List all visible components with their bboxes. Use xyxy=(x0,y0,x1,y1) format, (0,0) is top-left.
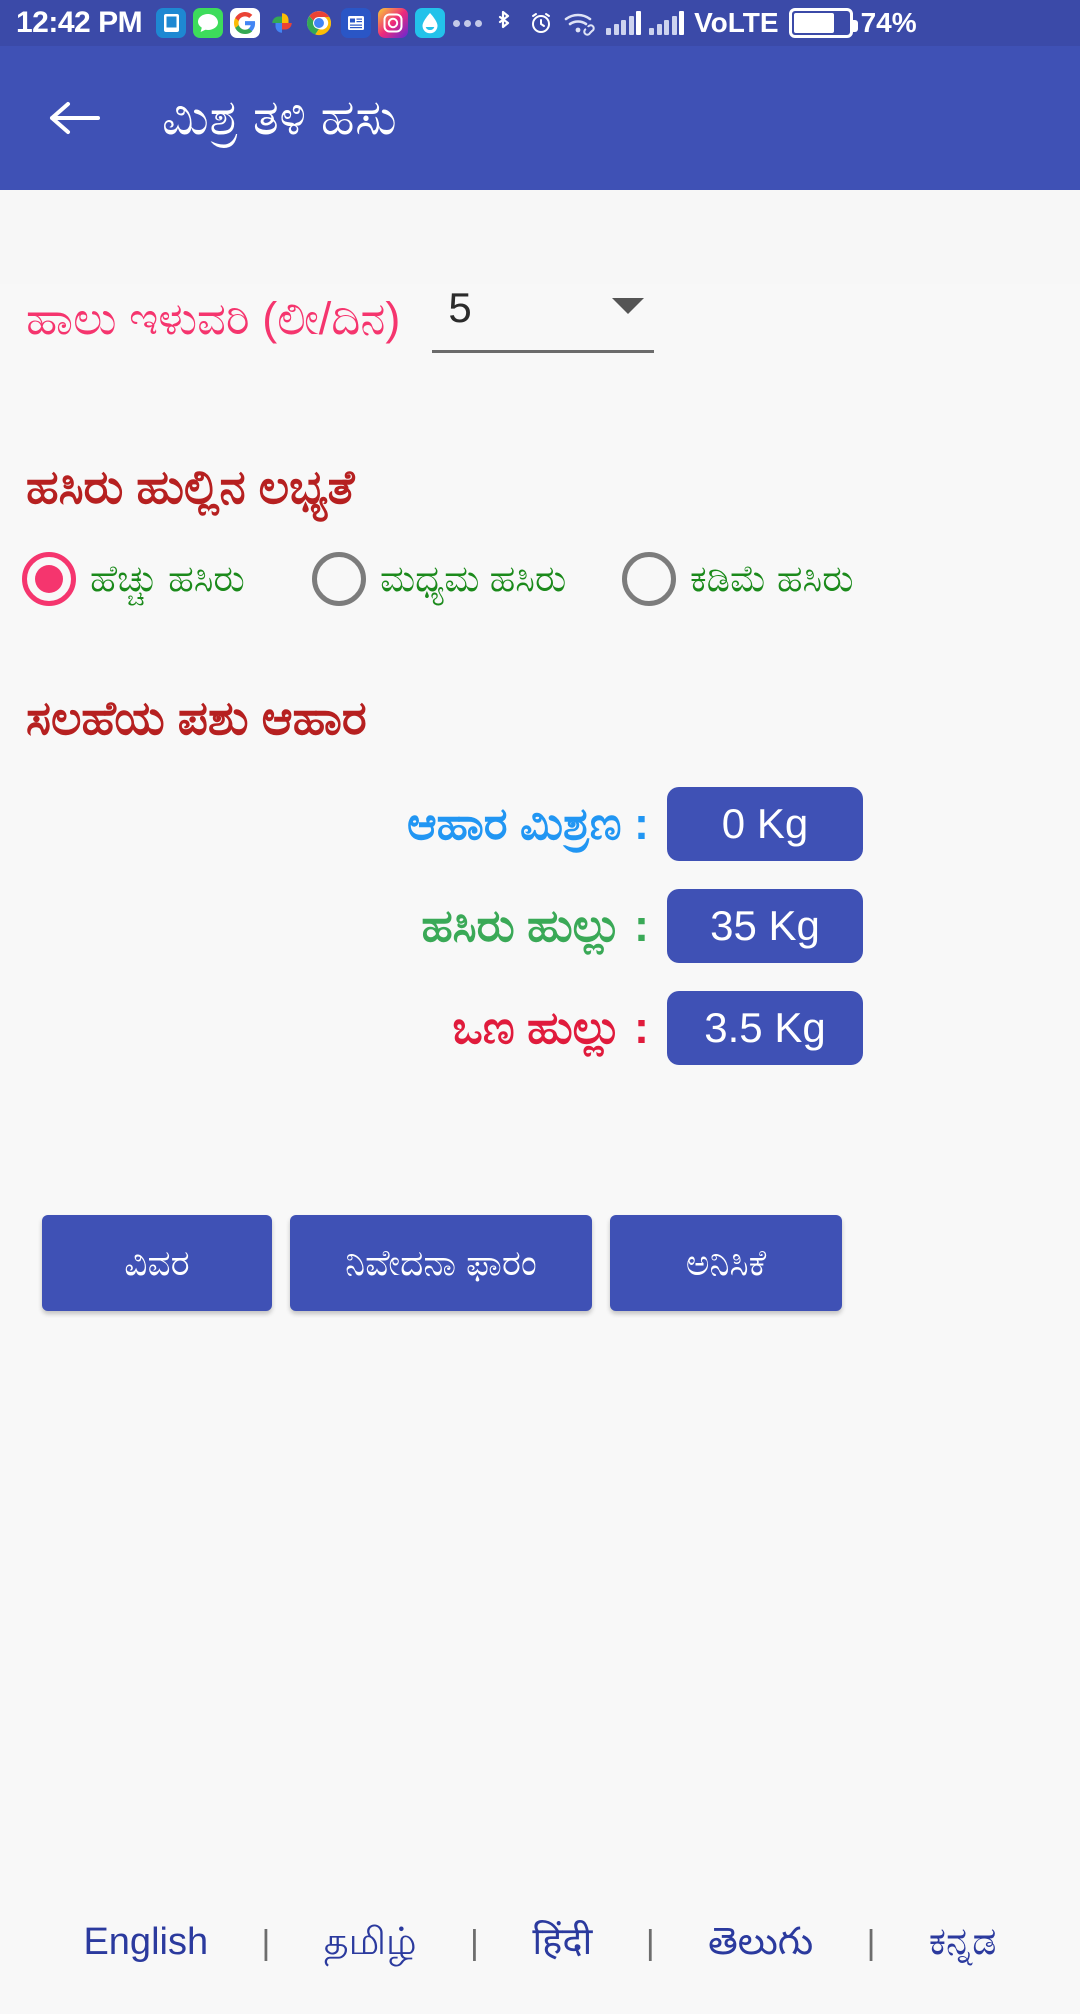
milk-yield-row: ಹಾಲು ಇಳುವರಿ (ಲೀ/ದಿನ) 5 xyxy=(0,284,1080,353)
radio-indicator xyxy=(22,552,76,606)
chat-icon xyxy=(193,8,224,38)
feed-row: ಒಣ ಹುಲ್ಲು : 3.5 Kg xyxy=(0,991,1080,1065)
feed-row: ಆಹಾರ ಮಿಶ್ರಣ : 0 Kg xyxy=(0,787,1080,861)
grass-availability-radio-group: ಹೆಚ್ಚು ಹಸಿರು ಮಧ್ಯಮ ಹಸಿರು ಕಡಿಮೆ ಹಸಿರು xyxy=(0,552,1080,606)
milk-yield-label: ಹಾಲು ಇಳುವರಿ (ಲೀ/ದಿನ) xyxy=(26,293,401,344)
signal-1-icon xyxy=(606,11,642,35)
wifi-icon xyxy=(563,8,599,38)
radio-indicator xyxy=(312,552,366,606)
feed-row-value: 3.5 Kg xyxy=(667,991,863,1065)
more-dots-icon xyxy=(452,8,482,38)
action-button-row: ವಿವರ ನಿವೇದನಾ ಫಾರಂ ಅನಿಸಿಕೆ xyxy=(0,1215,1080,1311)
signal-2-icon xyxy=(649,11,685,35)
radio-indicator xyxy=(622,552,676,606)
feed-row: ಹಸಿರು ಹುಲ್ಲು : 35 Kg xyxy=(0,889,1080,963)
recommended-feed-heading: ಸಲಹೆಯ ಪಶು ಆಹಾರ xyxy=(26,691,367,744)
radio-option-label: ಮಧ್ಯಮ ಹಸಿರು xyxy=(380,558,567,600)
main-content: ಹಾಲು ಇಳುವರಿ (ಲೀ/ದಿನ) 5 ಹಸಿರು ಹುಲ್ಲಿನ ಲಭ್… xyxy=(0,284,1080,2014)
details-button[interactable]: ವಿವರ xyxy=(42,1215,272,1311)
recommended-feed-list: ಆಹಾರ ಮಿಶ್ರಣ : 0 Kg ಹಸಿರು ಹುಲ್ಲು : 35 Kg … xyxy=(0,787,1080,1065)
language-separator: | xyxy=(866,1923,876,1962)
radio-option-high-green[interactable]: ಹೆಚ್ಚು ಹಸಿರು xyxy=(22,552,312,606)
language-option-tamil[interactable]: தமிழ் xyxy=(324,1920,417,1966)
language-separator: | xyxy=(470,1923,479,1962)
alarm-icon xyxy=(526,8,556,38)
feed-row-value: 0 Kg xyxy=(667,787,863,861)
feed-row-label: ಹಸಿರು ಹುಲ್ಲು : xyxy=(421,900,649,952)
news-icon xyxy=(341,8,372,38)
application-form-button[interactable]: ನಿವೇದನಾ ಫಾರಂ xyxy=(290,1215,592,1311)
radio-option-label: ಹೆಚ್ಚು ಹಸಿರು xyxy=(90,558,245,600)
language-option-english[interactable]: English xyxy=(83,1920,208,1966)
language-separator: | xyxy=(261,1923,271,1962)
language-separator: | xyxy=(645,1923,655,1962)
feed-row-label: ಒಣ ಹುಲ್ಲು : xyxy=(452,1002,649,1054)
language-option-telugu[interactable]: తెలుగు xyxy=(708,1920,813,1966)
feed-row-label: ಆಹಾರ ಮಿಶ್ರಣ : xyxy=(406,798,649,850)
milk-yield-dropdown[interactable]: 5 xyxy=(432,284,655,353)
chevron-down-icon xyxy=(612,298,645,314)
radio-option-label: ಕಡಿಮೆ ಹಸಿರು xyxy=(690,558,854,600)
grass-availability-heading: ಹಸಿರು ಹುಲ್ಲಿನ ಲಭ್ಯತೆ xyxy=(26,460,355,513)
app-bar: ಮಿಶ್ರ ತಳಿ ಹಸು xyxy=(0,46,1080,190)
battery-percent-label: 74% xyxy=(860,7,917,38)
battery-icon xyxy=(788,8,858,38)
photos-icon xyxy=(267,8,297,38)
chrome-icon xyxy=(304,8,334,38)
bluetooth-icon xyxy=(489,8,519,38)
page-title: ಮಿಶ್ರ ತಳಿ ಹಸು xyxy=(162,90,398,145)
status-bar-clock: 12:42 PM xyxy=(16,6,143,39)
language-selector-bar: English | தமிழ் | हिंदी | తెలుగు | ಕನ್ನಡ xyxy=(0,1920,1080,1966)
network-type-label: VoLTE xyxy=(694,7,779,38)
water-drop-icon xyxy=(415,8,446,38)
google-icon xyxy=(230,8,261,38)
language-option-hindi[interactable]: हिंदी xyxy=(532,1920,592,1966)
sms-icon xyxy=(156,8,187,38)
status-bar: 12:42 PM VoLTE 74% xyxy=(0,0,1080,46)
radio-option-medium-green[interactable]: ಮಧ್ಯಮ ಹಸಿರು xyxy=(312,552,622,606)
radio-option-low-green[interactable]: ಕಡಿಮೆ ಹಸಿರು xyxy=(622,552,902,606)
milk-yield-value: 5 xyxy=(448,284,472,331)
language-option-kannada[interactable]: ಕನ್ನಡ xyxy=(929,1920,997,1966)
back-icon[interactable] xyxy=(46,90,102,146)
feedback-button[interactable]: ಅನಿಸಿಕೆ xyxy=(610,1215,842,1311)
feed-row-value: 35 Kg xyxy=(667,889,863,963)
instagram-icon xyxy=(378,8,409,38)
